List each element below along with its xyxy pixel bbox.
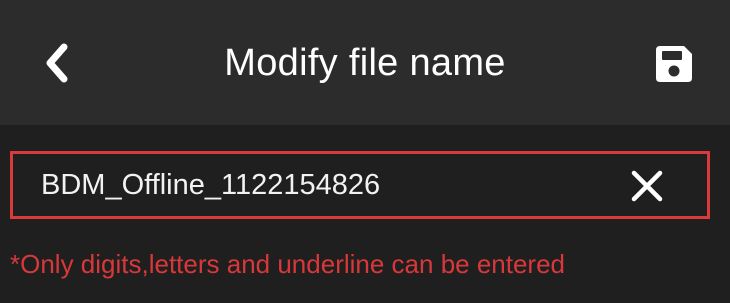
save-icon xyxy=(656,46,692,82)
header-bar: Modify file name xyxy=(0,0,730,125)
close-icon xyxy=(631,170,663,202)
clear-input-button[interactable] xyxy=(627,166,667,206)
filename-input[interactable]: BDM_Offline_1122154826 xyxy=(10,151,710,219)
modify-file-name-screen: Modify file name BDM_Offline_1122154826 … xyxy=(0,0,730,303)
filename-input-value[interactable]: BDM_Offline_1122154826 xyxy=(41,154,380,216)
page-title: Modify file name xyxy=(224,42,506,84)
validation-hint: *Only digits,letters and underline can b… xyxy=(10,249,566,279)
save-button[interactable] xyxy=(646,38,702,90)
